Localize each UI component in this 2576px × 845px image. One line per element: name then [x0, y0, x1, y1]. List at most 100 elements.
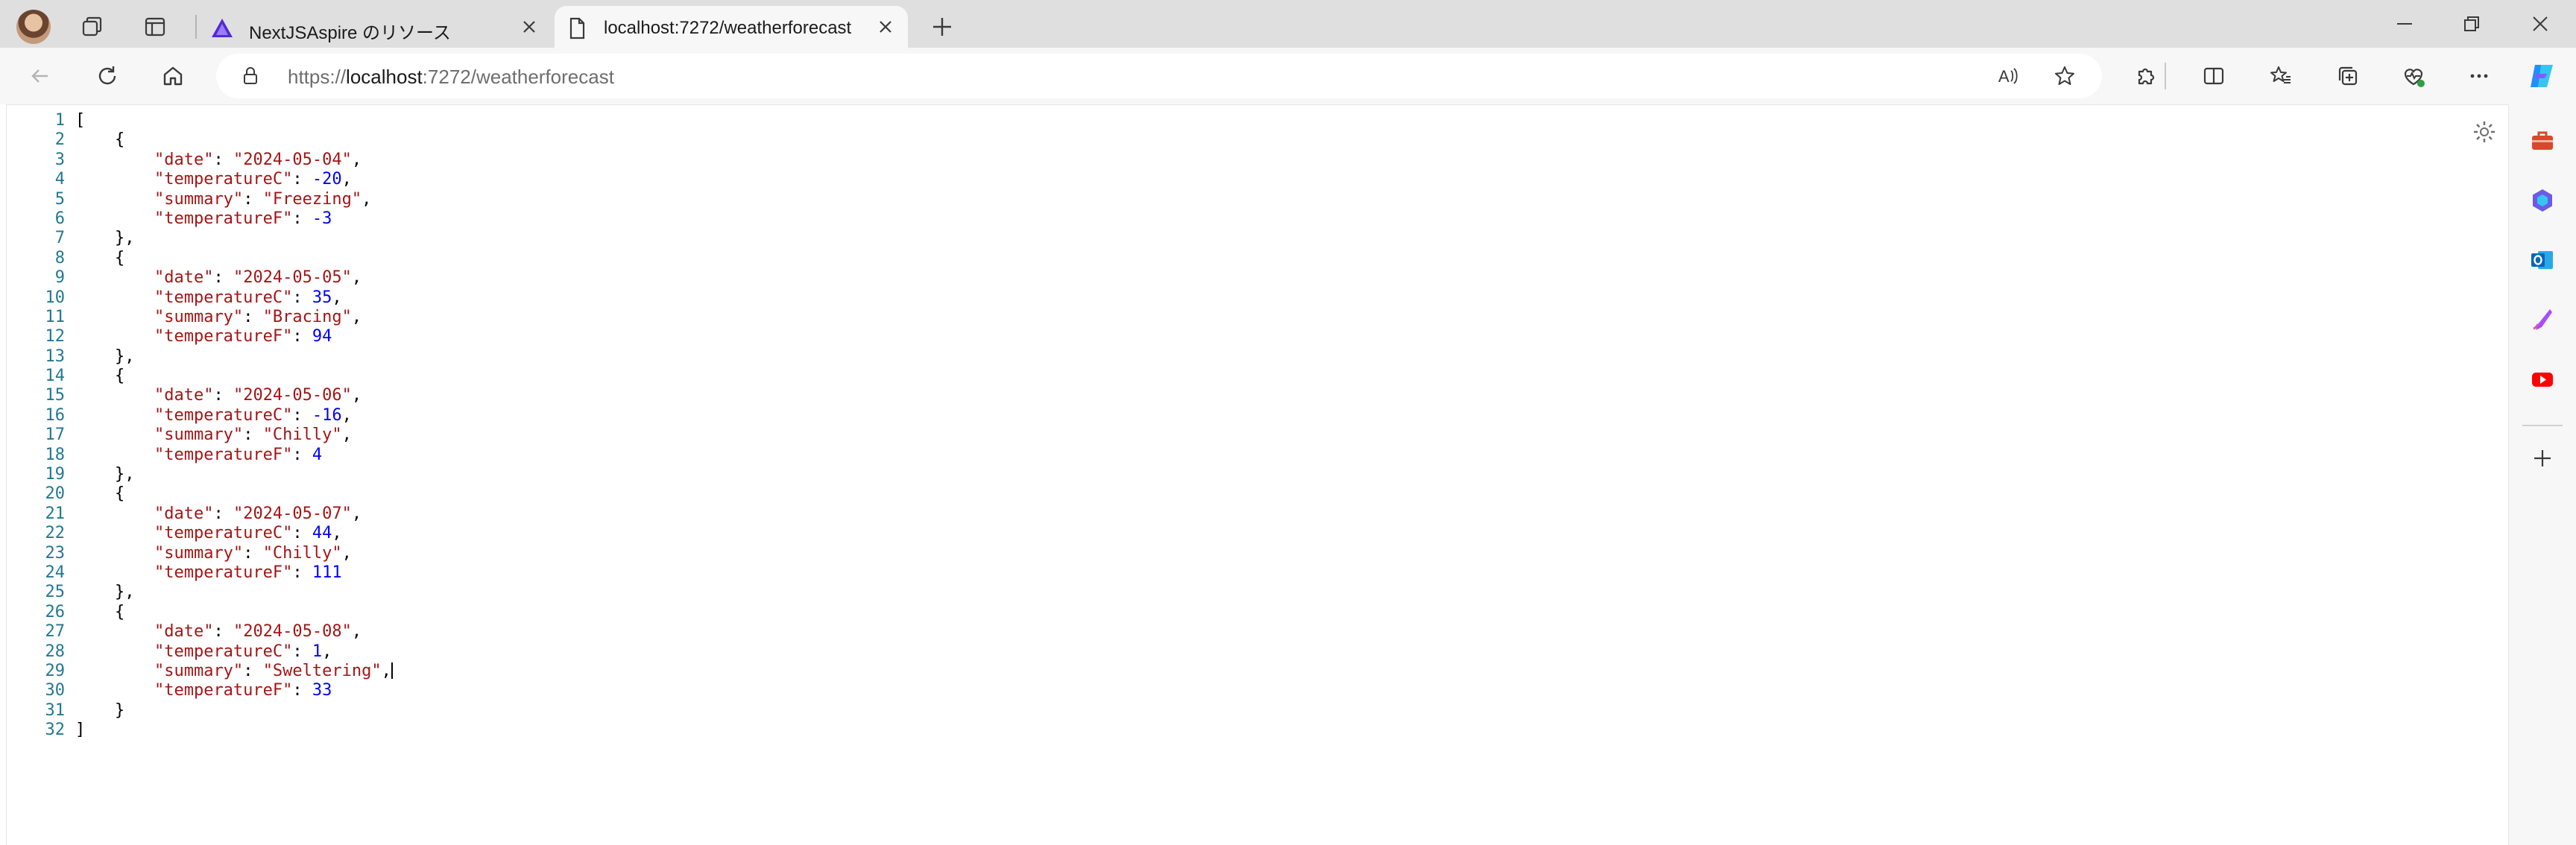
code-text[interactable]: },: [75, 465, 135, 484]
split-screen-icon[interactable]: [2199, 61, 2229, 91]
code-line[interactable]: 21 "date": "2024-05-07",: [7, 504, 393, 524]
code-text[interactable]: "summary": "Freezing",: [75, 190, 371, 209]
code-line[interactable]: 16 "temperatureC": -16,: [7, 406, 393, 425]
code-text[interactable]: }: [75, 701, 124, 721]
back-icon[interactable]: [25, 61, 55, 91]
code-line[interactable]: 9 "date": "2024-05-05",: [7, 268, 393, 288]
refresh-icon[interactable]: [92, 61, 122, 91]
code-text[interactable]: "date": "2024-05-04",: [75, 151, 362, 170]
code-line[interactable]: 30 "temperatureF": 33: [7, 681, 393, 700]
code-line[interactable]: 28 "temperatureC": 1,: [7, 642, 393, 662]
code-text[interactable]: },: [75, 583, 135, 602]
code-line[interactable]: 24 "temperatureF": 111: [7, 563, 393, 583]
vertical-tabs-icon[interactable]: [140, 12, 170, 42]
favorites-icon[interactable]: [2266, 61, 2296, 91]
tab-nextjsaspire[interactable]: NextJSAspire のリソース: [200, 6, 552, 48]
code-line[interactable]: 7 },: [7, 229, 393, 248]
code-line[interactable]: 11 "summary": "Bracing",: [7, 308, 393, 327]
copilot-icon[interactable]: [2524, 58, 2560, 94]
code-line[interactable]: 8 {: [7, 249, 393, 268]
code-text[interactable]: "temperatureF": 4: [75, 446, 322, 465]
code-line[interactable]: 32]: [7, 721, 393, 740]
code-text[interactable]: "temperatureC": 1,: [75, 642, 332, 662]
json-viewer[interactable]: 1[2 {3 "date": "2024-05-04", 4 "temperatu…: [6, 104, 2509, 845]
code-text[interactable]: "temperatureC": 44,: [75, 524, 342, 543]
restore-icon[interactable]: [2455, 9, 2488, 39]
code-line[interactable]: 14 {: [7, 367, 393, 386]
code-text[interactable]: "temperatureC": 35,: [75, 288, 342, 308]
add-sidebar-app-icon[interactable]: [2527, 443, 2558, 474]
settings-gear-icon[interactable]: [2469, 117, 2499, 147]
code-text[interactable]: [: [75, 111, 85, 130]
minimize-icon[interactable]: [2388, 9, 2421, 39]
code-text[interactable]: },: [75, 347, 135, 367]
workspaces-icon[interactable]: [78, 12, 107, 42]
home-icon[interactable]: [158, 61, 188, 91]
code-line[interactable]: 22 "temperatureC": 44,: [7, 524, 393, 543]
code-text[interactable]: "temperatureC": -16,: [75, 406, 352, 425]
json-key: "summary": [154, 543, 244, 563]
code-text[interactable]: {: [75, 130, 124, 150]
code-line[interactable]: 20 {: [7, 484, 393, 504]
close-tab-icon[interactable]: [517, 15, 541, 39]
code-line[interactable]: 26 {: [7, 603, 393, 622]
code-text[interactable]: {: [75, 367, 124, 386]
favorite-star-icon[interactable]: [2051, 63, 2078, 89]
code-line[interactable]: 18 "temperatureF": 4: [7, 446, 393, 465]
code-line[interactable]: 25 },: [7, 583, 393, 602]
code-line[interactable]: 27 "date": "2024-05-08",: [7, 622, 393, 642]
lock-icon[interactable]: [239, 64, 262, 88]
profile-avatar[interactable]: [16, 10, 51, 44]
url-text[interactable]: https://localhost:7272/weatherforecast: [288, 66, 614, 89]
code-line[interactable]: 12 "temperatureF": 94: [7, 327, 393, 346]
code-line[interactable]: 1[: [7, 111, 393, 130]
code-text[interactable]: "date": "2024-05-06",: [75, 386, 362, 405]
code-text[interactable]: "summary": "Chilly",: [75, 544, 352, 563]
code-view[interactable]: 1[2 {3 "date": "2024-05-04", 4 "temperatu…: [7, 111, 393, 741]
code-line[interactable]: 29 "summary": "Sweltering",: [7, 662, 393, 681]
code-line[interactable]: 4 "temperatureC": -20,: [7, 170, 393, 189]
code-text[interactable]: "date": "2024-05-08",: [75, 622, 362, 642]
extensions-icon[interactable]: [2130, 61, 2160, 91]
close-window-icon[interactable]: [2524, 9, 2557, 39]
m365-icon[interactable]: [2527, 185, 2558, 216]
code-text[interactable]: "date": "2024-05-07",: [75, 504, 362, 524]
close-tab-icon[interactable]: [874, 15, 897, 39]
new-tab-icon[interactable]: [927, 12, 957, 42]
code-text[interactable]: "summary": "Chilly",: [75, 425, 352, 445]
designer-icon[interactable]: [2527, 304, 2558, 335]
code-line[interactable]: 6 "temperatureF": -3: [7, 209, 393, 229]
code-line[interactable]: 17 "summary": "Chilly",: [7, 425, 393, 445]
code-text[interactable]: ]: [75, 721, 85, 740]
code-line[interactable]: 3 "date": "2024-05-04",: [7, 151, 393, 170]
code-text[interactable]: {: [75, 603, 124, 622]
code-line[interactable]: 23 "summary": "Chilly",: [7, 544, 393, 563]
code-line[interactable]: 13 },: [7, 347, 393, 367]
code-text[interactable]: "temperatureF": 33: [75, 681, 332, 700]
code-text[interactable]: "date": "2024-05-05",: [75, 268, 362, 288]
code-text[interactable]: "temperatureC": -20,: [75, 170, 352, 189]
browser-essentials-icon[interactable]: [2399, 61, 2428, 91]
code-text[interactable]: "summary": "Bracing",: [75, 308, 362, 327]
code-line[interactable]: 10 "temperatureC": 35,: [7, 288, 393, 308]
code-text[interactable]: "summary": "Sweltering",: [75, 662, 393, 681]
code-text[interactable]: },: [75, 229, 135, 248]
code-text[interactable]: "temperatureF": 94: [75, 327, 332, 346]
tab-weatherforecast[interactable]: localhost:7272/weatherforecast: [555, 6, 908, 48]
code-line[interactable]: 31 }: [7, 701, 393, 721]
code-text[interactable]: {: [75, 249, 124, 268]
address-bar[interactable]: https://localhost:7272/weatherforecast A: [216, 54, 2102, 98]
code-line[interactable]: 15 "date": "2024-05-06",: [7, 386, 393, 405]
code-line[interactable]: 19 },: [7, 465, 393, 484]
tools-briefcase-icon[interactable]: [2527, 125, 2558, 156]
collections-icon[interactable]: [2333, 61, 2363, 91]
more-options-icon[interactable]: [2464, 61, 2494, 91]
read-aloud-icon[interactable]: A: [1995, 63, 2021, 89]
code-text[interactable]: {: [75, 484, 124, 504]
code-line[interactable]: 5 "summary": "Freezing",: [7, 190, 393, 209]
code-text[interactable]: "temperatureF": -3: [75, 209, 332, 229]
code-text[interactable]: "temperatureF": 111: [75, 563, 342, 583]
code-line[interactable]: 2 {: [7, 130, 393, 150]
outlook-icon[interactable]: [2527, 244, 2558, 276]
youtube-icon[interactable]: [2527, 364, 2558, 395]
